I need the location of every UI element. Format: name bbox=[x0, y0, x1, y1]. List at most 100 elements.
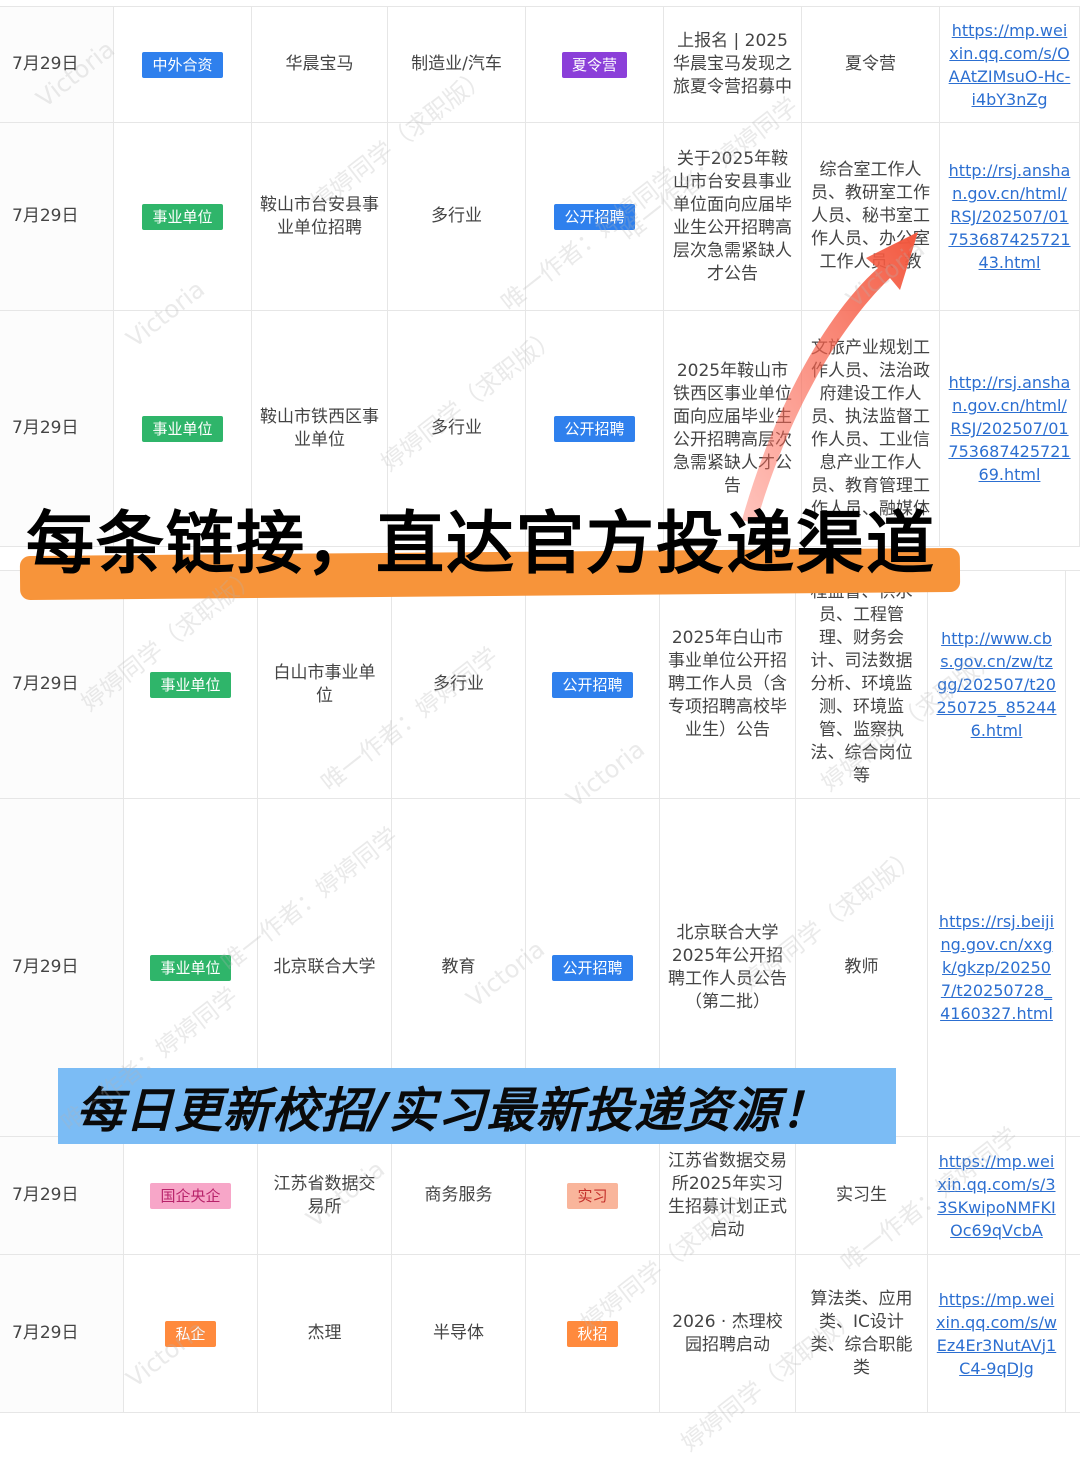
date-text: 7月29日 bbox=[12, 674, 79, 694]
notice-title-cell: 关于2025年鞍山市台安县事业单位面向应届毕业生公开招聘高层次急需紧缺人才公告 bbox=[664, 123, 802, 311]
recruit-kind-cell: 夏令营 bbox=[526, 7, 664, 123]
date-cell: 7月29日 bbox=[0, 1255, 124, 1413]
recruit-kind-badge: 公开招聘 bbox=[554, 203, 635, 230]
company-name: 华晨宝马 bbox=[285, 54, 354, 74]
job-table-bottom: 7月29日 事业单位 白山市事业单位 多行业 公开招聘 2025年白山市事业单位公开招聘工… bbox=[0, 570, 1080, 1413]
subheadline-text: 每日更新校招/实习最新投递资源！ bbox=[76, 1083, 830, 1139]
org-type-cell: 国企央企 bbox=[124, 1137, 258, 1255]
notice-title: 关于2025年鞍山市台安县事业单位面向应届毕业生公开招聘高层次急需紧缺人才公告 bbox=[673, 148, 792, 284]
company-name: 鞍山市铁西区事业单位 bbox=[260, 406, 379, 450]
apply-link-cell[interactable]: https://mp.weixin.qq.com/s/OAAtZIMsuO-Hc… bbox=[940, 7, 1080, 123]
recruit-kind-cell: 公开招聘 bbox=[526, 123, 664, 311]
apply-link[interactable]: https://rsj.beijing.gov.cn/xxgk/gkzp/202… bbox=[936, 910, 1057, 1025]
apply-link-cell[interactable]: http://www.cbs.gov.cn/zw/tzgg/202507/t20… bbox=[928, 571, 1066, 799]
company-name: 北京联合大学 bbox=[273, 957, 376, 977]
company-cell: 江苏省数据交易所 bbox=[258, 1137, 392, 1255]
headline-text: 每条链接，直达官方投递渠道 bbox=[26, 505, 937, 584]
notice-title-cell: 2026 · 杰理校园招聘启动 bbox=[660, 1255, 796, 1413]
industry-cell: 半导体 bbox=[392, 1255, 526, 1413]
industry-cell: 商务服务 bbox=[392, 1137, 526, 1255]
company-name: 鞍山市台安县事业单位招聘 bbox=[260, 194, 379, 238]
org-type-cell: 私企 bbox=[124, 1255, 258, 1413]
org-type-cell: 事业单位 bbox=[124, 571, 258, 799]
edge-cell bbox=[1066, 1137, 1080, 1255]
apply-link-cell[interactable]: https://rsj.beijing.gov.cn/xxgk/gkzp/202… bbox=[928, 799, 1066, 1137]
industry-cell: 多行业 bbox=[392, 571, 526, 799]
apply-link-cell[interactable]: https://mp.weixin.qq.com/s/33SKwipoNMFKI… bbox=[928, 1137, 1066, 1255]
notice-title-cell: 2025年白山市事业单位公开招聘工作人员（含专项招聘高校毕业生）公告 bbox=[660, 571, 796, 799]
edge-cell bbox=[1066, 799, 1080, 1137]
positions-text: 夏令营 bbox=[845, 54, 896, 74]
company-name: 杰理 bbox=[307, 1323, 342, 1343]
apply-link[interactable]: https://mp.weixin.qq.com/s/OAAtZIMsuO-Hc… bbox=[948, 19, 1071, 111]
recruit-kind-badge: 秋招 bbox=[567, 1320, 618, 1347]
apply-link[interactable]: http://rsj.anshan.gov.cn/html/RSJ/202507… bbox=[948, 159, 1071, 274]
recruit-kind-cell: 公开招聘 bbox=[526, 571, 660, 799]
apply-link-cell[interactable]: http://rsj.anshan.gov.cn/html/RSJ/202507… bbox=[940, 123, 1080, 311]
apply-link[interactable]: http://www.cbs.gov.cn/zw/tzgg/202507/t20… bbox=[936, 627, 1057, 742]
positions-cell: 夏令营 bbox=[802, 7, 940, 123]
industry-cell: 制造业/汽车 bbox=[388, 7, 526, 123]
notice-title: 北京联合大学2025年公开招聘工作人员公告（第二批） bbox=[668, 922, 787, 1012]
date-text: 7月29日 bbox=[12, 418, 79, 438]
positions-text: 文旅产业规划工作人员、法治政府建设工作人员、执法监督工作人员、工业信息产业工作人… bbox=[811, 337, 930, 519]
org-type-badge: 事业单位 bbox=[142, 203, 223, 230]
org-type-badge: 国企央企 bbox=[150, 1182, 231, 1209]
company-name: 江苏省数据交易所 bbox=[273, 1173, 376, 1217]
spreadsheet-view: 7月29日 中外合资 华晨宝马 制造业/汽车 夏令营 上报名 | 2025华晨宝马发现之旅… bbox=[0, 0, 1080, 1457]
recruit-kind-badge: 实习 bbox=[567, 1182, 618, 1209]
date-cell: 7月29日 bbox=[0, 123, 114, 311]
date-text: 7月29日 bbox=[12, 957, 79, 977]
recruit-kind-badge: 夏令营 bbox=[561, 51, 627, 78]
positions-text: 综合室工作人员、教研室工作人员、秘书室工作人员、办公室工作人员、教 bbox=[811, 160, 930, 272]
subheadline-banner: 每日更新校招/实习最新投递资源！ bbox=[58, 1068, 896, 1144]
notice-title-cell: 江苏省数据交易所2025年实习生招募计划正式启动 bbox=[660, 1137, 796, 1255]
industry-text: 商务服务 bbox=[424, 1185, 493, 1205]
positions-text: 程监督、供水员、工程管理、财务会计、司法数据分析、环境监测、环境监管、监察执法、… bbox=[810, 582, 913, 786]
date-cell: 7月29日 bbox=[0, 7, 114, 123]
org-type-badge: 中外合资 bbox=[142, 51, 223, 78]
org-type-badge: 事业单位 bbox=[150, 671, 231, 698]
notice-title: 2025年鞍山市铁西区事业单位面向应届毕业生公开招聘高层次急需紧缺人才公告 bbox=[673, 360, 792, 496]
industry-text: 多行业 bbox=[431, 418, 482, 438]
date-text: 7月29日 bbox=[12, 54, 79, 74]
notice-title: 上报名 | 2025华晨宝马发现之旅夏令营招募中 bbox=[673, 31, 792, 97]
notice-title: 2026 · 杰理校园招聘启动 bbox=[672, 1311, 783, 1355]
industry-cell: 多行业 bbox=[388, 123, 526, 311]
recruit-kind-badge: 公开招聘 bbox=[552, 671, 633, 698]
industry-text: 教育 bbox=[441, 957, 476, 977]
apply-link-cell[interactable]: https://mp.weixin.qq.com/s/wEz4Er3NutAVj… bbox=[928, 1255, 1066, 1413]
company-name: 白山市事业单位 bbox=[273, 662, 376, 706]
industry-text: 半导体 bbox=[433, 1323, 484, 1343]
date-cell: 7月29日 bbox=[0, 1137, 124, 1255]
date-cell: 7月29日 bbox=[0, 571, 124, 799]
org-type-cell: 事业单位 bbox=[114, 123, 252, 311]
edge-cell bbox=[1066, 1255, 1080, 1413]
apply-link-cell[interactable]: http://rsj.anshan.gov.cn/html/RSJ/202507… bbox=[940, 311, 1080, 547]
company-cell: 白山市事业单位 bbox=[258, 571, 392, 799]
apply-link[interactable]: https://mp.weixin.qq.com/s/wEz4Er3NutAVj… bbox=[936, 1288, 1057, 1380]
date-text: 7月29日 bbox=[12, 1323, 79, 1343]
recruit-kind-badge: 公开招聘 bbox=[554, 415, 635, 442]
positions-cell: 程监督、供水员、工程管理、财务会计、司法数据分析、环境监测、环境监管、监察执法、… bbox=[796, 571, 928, 799]
org-type-badge: 私企 bbox=[165, 1320, 216, 1347]
org-type-badge: 事业单位 bbox=[142, 415, 223, 442]
job-table-top: 7月29日 中外合资 华晨宝马 制造业/汽车 夏令营 上报名 | 2025华晨宝马发现之旅… bbox=[0, 6, 1080, 547]
positions-cell: 实习生 bbox=[796, 1137, 928, 1255]
recruit-kind-cell: 实习 bbox=[526, 1137, 660, 1255]
date-text: 7月29日 bbox=[12, 1185, 79, 1205]
headline-banner: 每条链接，直达官方投递渠道 bbox=[19, 502, 961, 601]
positions-text: 实习生 bbox=[836, 1185, 887, 1205]
industry-text: 多行业 bbox=[431, 206, 482, 226]
apply-link[interactable]: https://mp.weixin.qq.com/s/33SKwipoNMFKI… bbox=[936, 1150, 1057, 1242]
company-cell: 华晨宝马 bbox=[252, 7, 388, 123]
company-cell: 鞍山市台安县事业单位招聘 bbox=[252, 123, 388, 311]
industry-text: 多行业 bbox=[433, 674, 484, 694]
org-type-badge: 事业单位 bbox=[150, 954, 231, 981]
apply-link[interactable]: http://rsj.anshan.gov.cn/html/RSJ/202507… bbox=[948, 371, 1071, 486]
org-type-cell: 中外合资 bbox=[114, 7, 252, 123]
recruit-kind-badge: 公开招聘 bbox=[552, 954, 633, 981]
positions-text: 教师 bbox=[844, 957, 879, 977]
date-text: 7月29日 bbox=[12, 206, 79, 226]
industry-text: 制造业/汽车 bbox=[411, 54, 502, 74]
